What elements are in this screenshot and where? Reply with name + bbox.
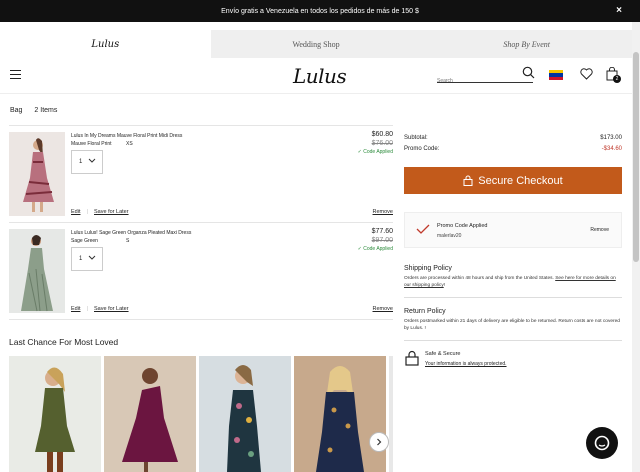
item-size: XS xyxy=(126,141,133,147)
promo-applied-title: Promo Code Applied xyxy=(437,223,488,229)
edit-link[interactable]: Edit xyxy=(71,306,80,312)
tab-wedding-shop[interactable]: Wedding Shop xyxy=(210,30,422,58)
chevron-down-icon xyxy=(88,158,96,163)
secure-checkout-button[interactable]: Secure Checkout xyxy=(404,167,622,194)
scrollbar-thumb[interactable] xyxy=(633,52,639,262)
search-icon[interactable] xyxy=(522,66,535,79)
quantity-select[interactable]: 1 xyxy=(71,247,103,271)
carousel-next-button[interactable] xyxy=(369,432,389,452)
check-icon xyxy=(416,224,430,234)
remove-link[interactable]: Remove xyxy=(373,209,393,215)
divider xyxy=(9,319,393,320)
quantity-value: 1 xyxy=(79,256,83,262)
quantity-value: 1 xyxy=(79,159,83,165)
item-name[interactable]: Lulus In My Dreams Mauve Floral Print Mi… xyxy=(71,133,182,139)
item-color: Sage Green xyxy=(71,238,98,244)
site-header: Lulus 2 xyxy=(0,58,632,94)
item-original-price: $76.00 xyxy=(371,140,393,147)
quantity-select[interactable]: 1 xyxy=(71,150,103,174)
code-applied-label: ✓ Code Applied xyxy=(357,246,393,252)
cart-item: Lulus Lulus! Sage Green Organza Pleated … xyxy=(9,222,393,318)
shipping-policy-body: Orders are processed within 48 hours and… xyxy=(404,276,554,281)
safe-secure-title: Safe & Secure xyxy=(425,351,461,357)
site-tabs: Lulus Wedding Shop Shop By Event xyxy=(0,30,633,58)
product-image[interactable] xyxy=(9,132,65,216)
item-price: $60.80 xyxy=(371,131,393,138)
code-applied-label: ✓ Code Applied xyxy=(357,149,393,155)
divider xyxy=(404,340,622,341)
promo-value: -$34.60 xyxy=(601,146,622,152)
remove-link[interactable]: Remove xyxy=(373,306,393,312)
lock-icon xyxy=(463,175,473,186)
promo-banner-text: Envío gratis a Venezuela en todos los pe… xyxy=(221,7,419,15)
shipping-policy-text: Orders are processed within 48 hours and… xyxy=(404,275,622,289)
search-bar[interactable] xyxy=(437,66,535,86)
scrollbar[interactable] xyxy=(632,22,640,472)
carousel-product-image[interactable] xyxy=(104,356,196,472)
save-for-later-link[interactable]: Save for Later xyxy=(94,306,129,312)
search-input[interactable] xyxy=(437,76,517,86)
chat-icon xyxy=(594,435,610,451)
subtotal-label: Subtotal: xyxy=(404,135,428,141)
save-for-later-link[interactable]: Save for Later xyxy=(94,209,129,215)
close-promo-button[interactable]: × xyxy=(616,5,622,16)
promo-label: Promo Code: xyxy=(404,146,440,152)
divider: | xyxy=(87,306,89,312)
bag-item-count: 2 Items xyxy=(34,107,58,114)
item-color: Mauve Floral Print xyxy=(71,141,112,147)
secure-checkout-label: Secure Checkout xyxy=(478,174,563,187)
item-price: $77.60 xyxy=(371,228,393,235)
carousel-product-image[interactable] xyxy=(9,356,101,472)
divider: | xyxy=(87,209,89,215)
tab-lulus[interactable]: Lulus xyxy=(0,30,211,58)
return-policy-title: Return Policy xyxy=(404,308,446,315)
chat-button[interactable] xyxy=(586,427,618,459)
bag-count-badge: 2 xyxy=(613,75,621,83)
subtotal-value: $173.00 xyxy=(600,135,622,141)
flag-stripe xyxy=(549,76,563,80)
shipping-policy-title: Shipping Policy xyxy=(404,265,452,272)
carousel-product-image[interactable] xyxy=(294,356,386,472)
promo-banner: Envío gratis a Venezuela en todos los pe… xyxy=(0,0,640,22)
venezuela-flag-icon[interactable] xyxy=(549,70,563,80)
last-chance-heading: Last Chance For Most Loved xyxy=(9,337,119,347)
promo-applied-box: Promo Code Applied malerlav20 Remove xyxy=(404,212,622,248)
divider xyxy=(404,297,622,298)
item-size: S xyxy=(126,238,130,244)
subtotal-row: Subtotal: $173.00 xyxy=(404,135,622,141)
chevron-down-icon xyxy=(88,255,96,260)
site-logo[interactable]: Lulus xyxy=(293,64,347,88)
bag-heading: Bag 2 Items xyxy=(10,107,67,114)
cart-item: Lulus In My Dreams Mauve Floral Print Mi… xyxy=(9,125,393,220)
carousel-next-image-edge xyxy=(389,356,393,472)
remove-promo-button[interactable]: Remove xyxy=(590,227,609,233)
safe-secure-link[interactable]: Your information is always protected. xyxy=(425,361,507,367)
promo-row: Promo Code: -$34.60 xyxy=(404,146,622,152)
heart-icon[interactable] xyxy=(580,68,593,80)
edit-link[interactable]: Edit xyxy=(71,209,80,215)
shipping-policy-suffix: ! xyxy=(443,283,446,288)
tab-shop-by-event[interactable]: Shop By Event xyxy=(421,30,633,58)
lock-icon xyxy=(405,350,419,366)
promo-code: malerlav20 xyxy=(437,233,462,239)
chevron-right-icon xyxy=(377,438,382,446)
item-original-price: $97.00 xyxy=(371,237,393,244)
item-name[interactable]: Lulus Lulus! Sage Green Organza Pleated … xyxy=(71,230,191,236)
bag-label: Bag xyxy=(10,107,23,114)
product-image[interactable] xyxy=(9,229,65,313)
carousel-product-image[interactable] xyxy=(199,356,291,472)
menu-icon[interactable] xyxy=(10,70,21,80)
return-policy-text: Orders postmarked within 21 days of deli… xyxy=(404,319,620,331)
